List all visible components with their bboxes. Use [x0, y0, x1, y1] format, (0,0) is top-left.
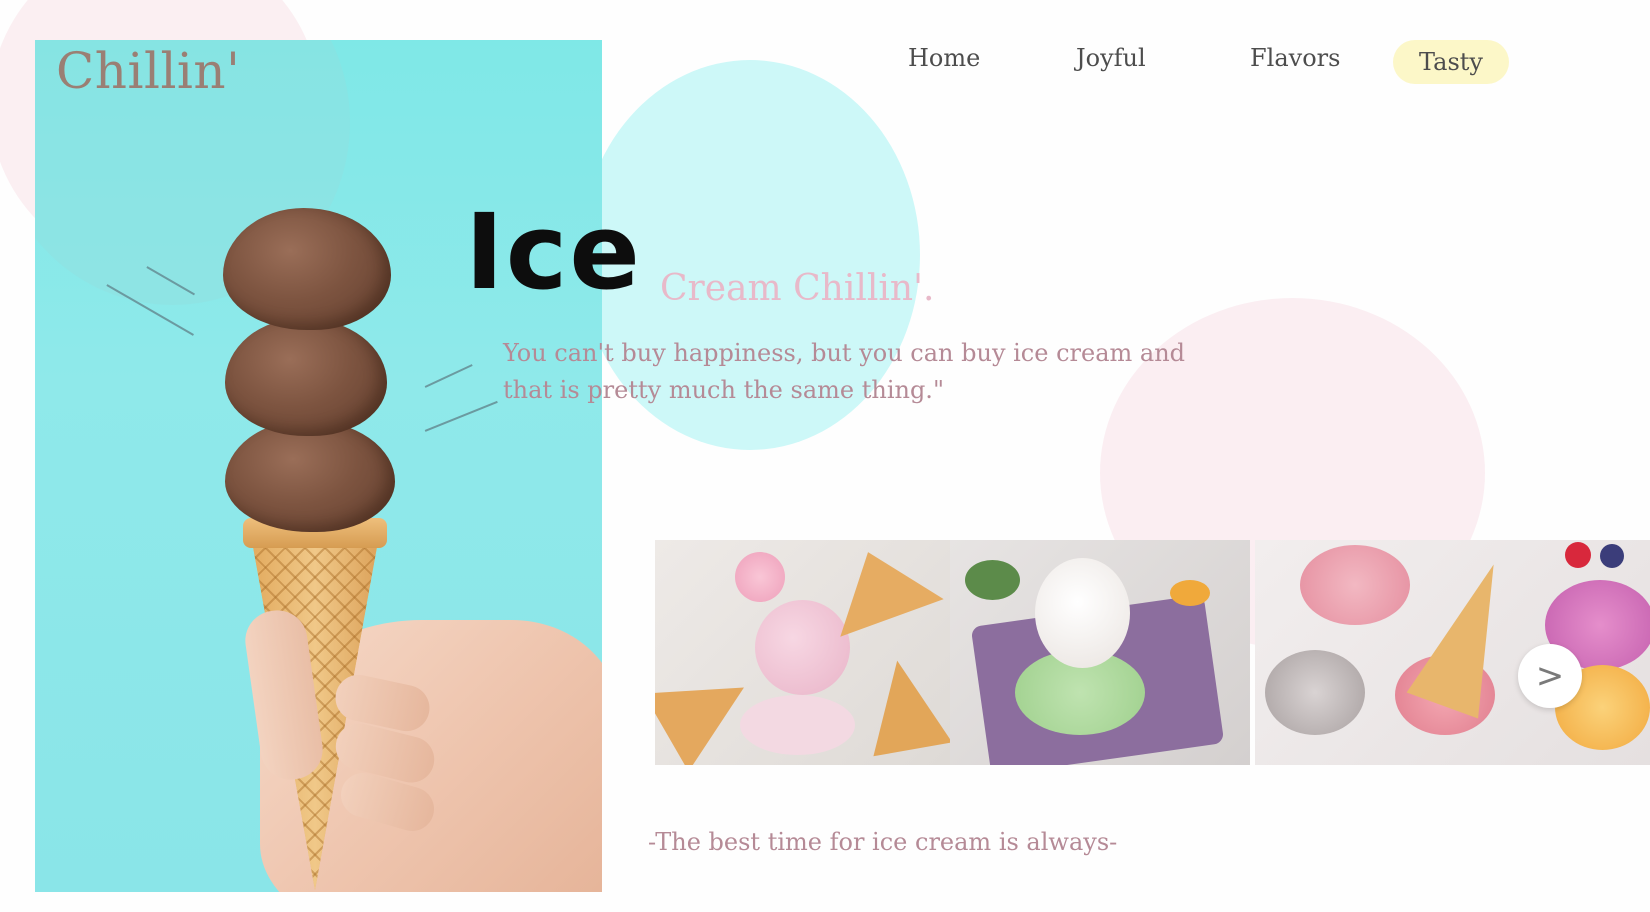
nav-item-flavors[interactable]: Flavors	[1250, 44, 1340, 72]
gallery-photo[interactable]	[1255, 540, 1650, 765]
logo[interactable]: Chillin'	[56, 42, 240, 100]
speed-line	[424, 400, 498, 432]
waffle-cone	[816, 540, 944, 637]
blueberry	[1600, 544, 1624, 568]
main-nav: Home Joyful Flavors Tasty	[860, 38, 1509, 92]
ice-cream-scooper	[1265, 650, 1365, 735]
gallery-photo[interactable]	[655, 540, 950, 765]
landing-page: Chillin' Home Joyful Flavors Tasty Ice C…	[0, 0, 1650, 912]
gallery-photo[interactable]	[950, 540, 1250, 765]
ice-cream-scoop	[223, 208, 391, 330]
pink-scoop	[1300, 545, 1410, 625]
strawberry	[1565, 542, 1591, 568]
ice-cream-scoop	[225, 420, 395, 532]
waffle-cone	[655, 648, 767, 765]
chevron-right-icon: >	[1535, 656, 1565, 696]
waffle-cone	[857, 653, 950, 757]
sprinkle-bowl	[735, 552, 785, 602]
gallery-next-button[interactable]: >	[1518, 644, 1582, 708]
mint-leaves	[965, 560, 1020, 600]
subheadline: Cream Chillin'.	[660, 268, 935, 309]
ice-cream-cup	[1035, 558, 1130, 668]
waffle-cone	[1406, 551, 1530, 719]
photo-gallery	[655, 540, 1650, 765]
headline: Ice	[465, 191, 642, 313]
nav-item-joyful[interactable]: Joyful	[1076, 44, 1146, 72]
tagline: -The best time for ice cream is always-	[648, 828, 1118, 856]
ice-cream-scoop	[225, 318, 387, 436]
quote-line: that is pretty much the same thing."	[503, 376, 944, 404]
nav-item-tasty[interactable]: Tasty	[1393, 40, 1509, 84]
scoop-handle	[1170, 580, 1210, 606]
hero-image	[35, 40, 602, 892]
nav-item-home[interactable]: Home	[908, 44, 980, 72]
quote-line: You can't buy happiness, but you can buy…	[503, 339, 1186, 367]
speed-line	[424, 364, 473, 388]
quote: You can't buy happiness, but you can buy…	[503, 335, 1323, 409]
